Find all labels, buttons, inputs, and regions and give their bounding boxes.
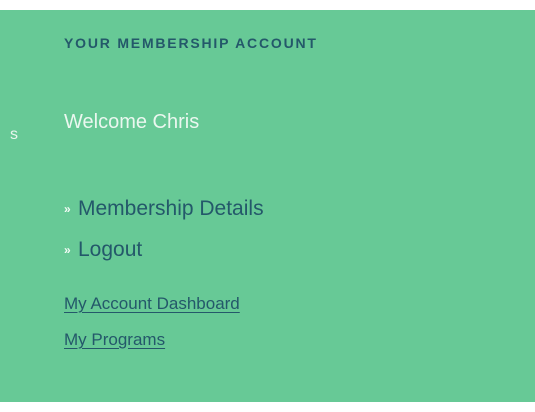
menu-item-membership-details: » Membership Details <box>64 188 264 230</box>
membership-details-link[interactable]: Membership Details <box>78 197 264 221</box>
panel-heading: YOUR MEMBERSHIP ACCOUNT <box>64 35 318 51</box>
account-links: My Account Dashboard My Programs <box>64 294 240 366</box>
account-menu: » Membership Details » Logout <box>64 188 264 270</box>
welcome-message: Welcome Chris <box>64 111 200 133</box>
membership-account-panel: s YOUR MEMBERSHIP ACCOUNT Welcome Chris … <box>0 10 535 402</box>
chevron-right-icon: » <box>64 202 71 216</box>
clipped-left-text: s <box>10 126 18 143</box>
chevron-right-icon: » <box>64 243 71 257</box>
my-programs-link[interactable]: My Programs <box>64 330 240 366</box>
menu-item-logout: » Logout <box>64 230 264 270</box>
logout-link[interactable]: Logout <box>78 238 142 262</box>
account-dashboard-link[interactable]: My Account Dashboard <box>64 294 240 330</box>
